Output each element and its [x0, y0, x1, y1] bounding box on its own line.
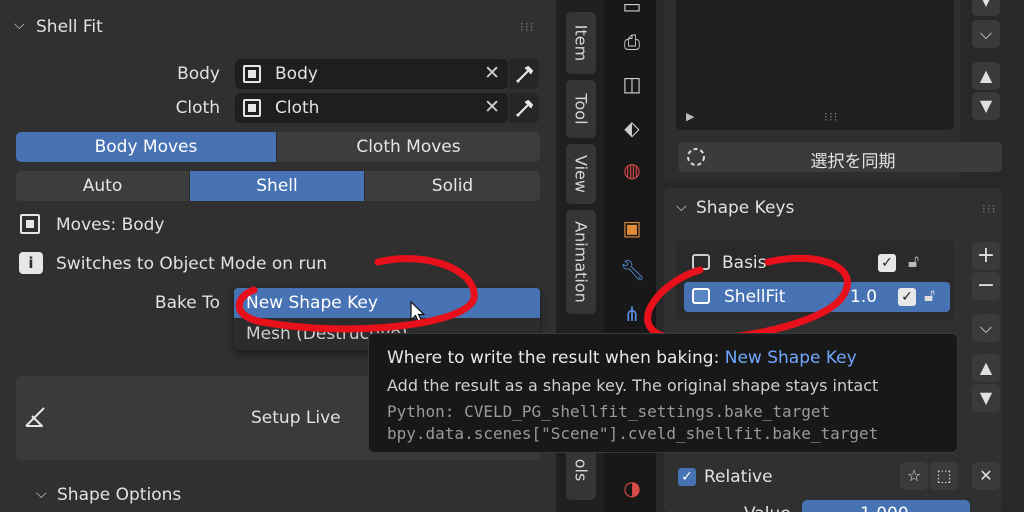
tooltip-python-path: Python: CVELD_PG_shellfit_settings.bake_… [387, 402, 831, 421]
body-eyedropper-button[interactable] [509, 59, 539, 89]
modifier-wrench-icon[interactable]: 🔧︎ [620, 258, 645, 282]
clear-icon[interactable]: ✕ [484, 62, 500, 84]
tab-view[interactable]: View [566, 144, 596, 204]
resize-grip-icon[interactable]: ⁝⁝⁝ [824, 110, 838, 124]
object-icon [243, 99, 261, 117]
tooltip-description: Add the result as a shape key. The origi… [387, 376, 879, 395]
auto-mode-button[interactable]: Auto [16, 171, 190, 201]
shape-key-name: Basis [722, 253, 767, 273]
cloth-value: Cloth [275, 98, 320, 118]
shape-keys-header[interactable]: ⌵ Shape Keys ⁝⁝⁝ [664, 188, 1002, 226]
bake-to-label: Bake To [154, 293, 220, 313]
uv-list: ▶ ⁝⁝⁝ 選択を同期 [664, 0, 1002, 180]
panel-title: Shell Fit [36, 17, 103, 37]
sync-selection-button[interactable]: 選択を同期 [678, 142, 1002, 172]
relative-label: Relative [704, 467, 773, 487]
mouse-cursor-icon [410, 301, 426, 324]
value-label: Value [744, 504, 791, 512]
move-up-button[interactable]: ▲ [972, 62, 1000, 90]
info-icon: i [19, 252, 43, 274]
shell-mode-button[interactable]: Shell [190, 171, 365, 201]
tooltip-data-path: bpy.data.scenes["Scene"].cveld_shellfit.… [387, 424, 879, 443]
tooltip-title: Where to write the result when baking: N… [387, 348, 857, 368]
cloth-moves-button[interactable]: Cloth Moves [277, 132, 540, 162]
value-slider[interactable]: 1.000 [802, 500, 970, 512]
view-layer-icon[interactable]: ◫ [620, 72, 644, 96]
fit-mode-toggle: Auto Shell Solid [16, 171, 540, 201]
lock-icon[interactable]: 🔓︎ [924, 286, 935, 306]
chevron-down-icon: ⌵ [36, 486, 47, 502]
object-icon [20, 214, 40, 234]
object-icon [243, 65, 261, 83]
eyedropper-icon [515, 99, 534, 118]
shape-options-header[interactable]: ⌵ Shape Options [0, 478, 540, 510]
move-down-button[interactable]: ▼ [972, 92, 1000, 120]
chevron-down-icon: ⌵ [14, 17, 25, 33]
panel-header[interactable]: ⌵ Shell Fit ⁝⁝⁝ [0, 8, 550, 46]
solid-mode-button[interactable]: Solid [365, 171, 540, 201]
remove-shape-key-button[interactable]: − [972, 272, 1000, 300]
body-value: Body [275, 64, 318, 84]
shape-options-title: Shape Options [57, 485, 182, 505]
shape-key-menu-button[interactable]: ⌵ [972, 314, 1000, 342]
tab-animation[interactable]: Animation [566, 210, 596, 314]
chevron-button[interactable]: ▾ [972, 0, 1000, 16]
shape-key-name: ShellFit [724, 287, 786, 307]
clear-icon[interactable]: ✕ [484, 96, 500, 118]
moves-toggle: Body Moves Cloth Moves [16, 132, 540, 162]
shape-key-list: Basis ✓ 🔓︎ ShellFit 1.0 ✓ 🔓︎ [676, 240, 954, 320]
drag-grip-icon[interactable]: ⁝⁝⁝ [982, 202, 996, 216]
star-button[interactable]: ☆ [900, 462, 928, 490]
value-number: 1.000 [860, 504, 909, 512]
add-shape-key-button[interactable]: + [972, 242, 1000, 270]
chevron-down-icon: ⌵ [676, 199, 687, 215]
scene-icon[interactable]: ⬖ [620, 116, 644, 140]
list-box[interactable]: ▶ ⁝⁝⁝ [676, 0, 954, 130]
cloth-eyedropper-button[interactable] [509, 93, 539, 123]
shape-key-value[interactable]: 1.0 [850, 287, 877, 307]
shape-key-mute-checkbox[interactable]: ✓ [898, 288, 916, 306]
shell-fit-icon [25, 407, 45, 427]
setup-live-label: Setup Live [251, 408, 341, 428]
move-up-button[interactable]: ▲ [972, 354, 1000, 382]
body-label: Body [177, 64, 220, 84]
shape-keys-title: Shape Keys [696, 198, 795, 218]
lock-icon[interactable]: 🔓︎ [908, 252, 919, 272]
shape-key-row[interactable]: Basis ✓ 🔓︎ [684, 248, 946, 278]
shape-key-icon [692, 288, 710, 304]
cloth-label: Cloth [175, 98, 220, 118]
cloth-object-field[interactable]: Cloth ✕ [235, 93, 508, 123]
relative-checkbox[interactable]: ✓ [678, 468, 696, 486]
tooltip-value: New Shape Key [724, 348, 857, 368]
clear-shape-keys-button[interactable]: ✕ [972, 462, 1000, 490]
moves-status-text: Moves: Body [56, 215, 165, 235]
shape-key-icon [692, 254, 710, 270]
tooltip: Where to write the result when baking: N… [368, 333, 958, 453]
body-moves-button[interactable]: Body Moves [16, 132, 277, 162]
drag-grip-icon[interactable]: ⁝⁝⁝ [520, 20, 534, 34]
info-text: Switches to Object Mode on run [56, 254, 328, 274]
tab-tool[interactable]: Tool [566, 80, 596, 138]
material-icon[interactable]: ◑ [620, 476, 644, 500]
shape-key-mute-checkbox[interactable]: ✓ [878, 254, 896, 272]
world-icon[interactable]: ◍ [620, 158, 644, 182]
object-properties-icon[interactable]: ▣ [620, 216, 644, 240]
bake-option-new-shape-key[interactable]: New Shape Key [234, 288, 540, 318]
list-menu-button[interactable]: ⌵ [972, 20, 1000, 48]
tab-item[interactable]: Item [566, 12, 596, 74]
eyedropper-icon [515, 65, 534, 84]
edit-mode-toggle[interactable]: ⬚ [930, 462, 958, 490]
render-icon[interactable]: ⎙ [620, 30, 644, 54]
move-down-button[interactable]: ▼ [972, 384, 1000, 412]
body-object-field[interactable]: Body ✕ [235, 59, 508, 89]
play-icon[interactable]: ▶ [686, 110, 694, 123]
output-icon[interactable]: ▭ [620, 0, 644, 18]
particles-icon[interactable]: ⋔ [620, 302, 644, 326]
shape-key-row-active[interactable]: ShellFit 1.0 ✓ 🔓︎ [684, 282, 950, 312]
sync-selection-label: 選択を同期 [810, 152, 896, 172]
